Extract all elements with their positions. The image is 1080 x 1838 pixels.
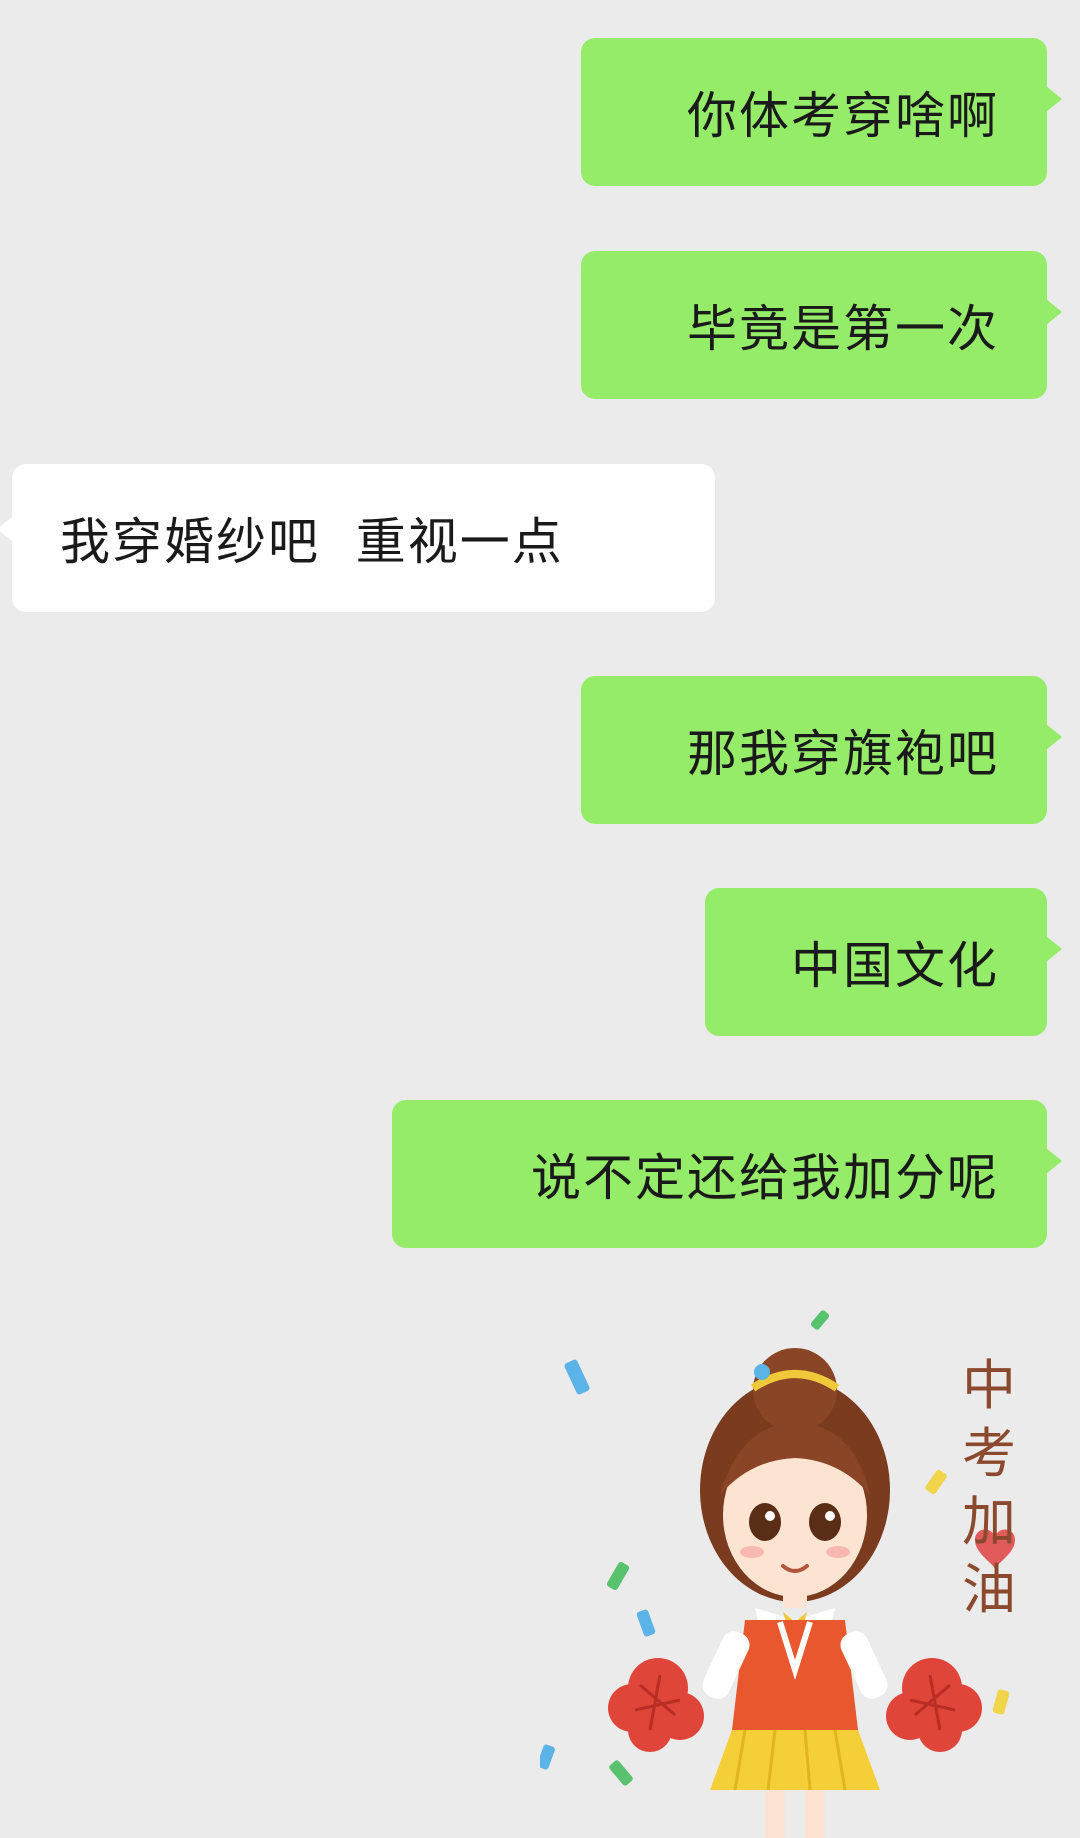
sticker-char: 油 — [962, 1558, 1016, 1621]
sticker-message[interactable]: 中 考 加 油 — [540, 1290, 1040, 1838]
message-bubble-outgoing[interactable]: 说不定还给我加分呢 — [392, 1100, 1062, 1248]
chat-area[interactable]: 你体考穿啥啊 毕竟是第一次 我穿婚纱吧 重视一点 那我穿旗袍吧 中国文化 说不定… — [0, 0, 1080, 1838]
message-text: 你体考穿啥啊 — [687, 87, 999, 145]
sticker-char: 考 — [962, 1422, 1016, 1485]
sticker-char: 加 — [962, 1490, 1016, 1553]
message-text: 我穿婚纱吧 重视一点 — [60, 513, 564, 571]
message-bubble-outgoing[interactable]: 你体考穿啥啊 — [581, 38, 1062, 186]
message-bubble-incoming[interactable]: 我穿婚纱吧 重视一点 — [0, 464, 715, 612]
message-bubble-outgoing[interactable]: 中国文化 — [705, 888, 1062, 1036]
message-bubble-outgoing[interactable]: 那我穿旗袍吧 — [581, 676, 1062, 824]
message-text: 那我穿旗袍吧 — [687, 725, 999, 783]
message-text: 说不定还给我加分呢 — [531, 1149, 999, 1207]
sticker-char: 中 — [962, 1354, 1016, 1417]
sticker-caption: 中 考 加 油 — [953, 1352, 1025, 1624]
message-text: 中国文化 — [791, 937, 999, 995]
message-bubble-outgoing[interactable]: 毕竟是第一次 — [581, 251, 1062, 399]
message-text: 毕竟是第一次 — [687, 300, 999, 358]
